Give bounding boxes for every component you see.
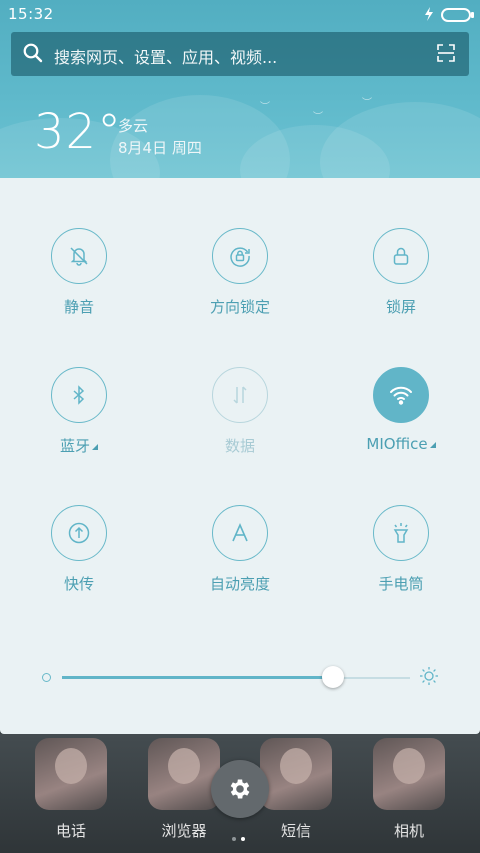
toggle-flashlight[interactable]: 手电筒 [341, 505, 461, 594]
brightness-thumb[interactable] [322, 666, 345, 688]
gear-icon [230, 779, 250, 799]
toggle-mute[interactable]: 静音 [19, 228, 139, 317]
search-placeholder: 搜索网页、设置、应用、视频... [54, 48, 278, 67]
battery-icon [441, 8, 474, 22]
page-indicator [232, 826, 250, 845]
search-icon [23, 43, 43, 67]
bird-decoration: ︶ [362, 98, 372, 109]
dock-app-camera[interactable]: 相机 [364, 738, 454, 841]
toggle-lock-screen-button[interactable] [373, 228, 429, 284]
messages-app-icon [260, 738, 332, 810]
lock-icon [393, 247, 409, 265]
bluetooth-icon [73, 385, 85, 405]
scan-icon[interactable] [437, 44, 455, 66]
bell-off-icon [70, 247, 88, 266]
toggle-label: 锁屏 [385, 298, 416, 316]
settings-button[interactable] [211, 760, 269, 818]
toggle-mobile-data[interactable]: 数据 [180, 367, 300, 456]
temperature[interactable]: 32° [34, 104, 122, 160]
charging-bolt-icon [424, 6, 434, 25]
toggle-bluetooth[interactable]: 蓝牙 [19, 367, 139, 456]
dock-app-label: 电话 [55, 822, 86, 840]
bird-decoration: ︶ [313, 112, 323, 123]
toggle-wifi[interactable]: MIOffice [341, 367, 461, 453]
dock-app-label: 短信 [280, 822, 311, 840]
toggle-label: 静音 [63, 298, 94, 316]
auto-brightness-icon [232, 523, 248, 542]
search-bar[interactable]: 搜索网页、设置、应用、视频... [11, 32, 469, 76]
toggle-rotation-lock[interactable]: 方向锁定 [180, 228, 300, 317]
status-time: 15:32 [8, 5, 54, 23]
toggle-quick-share-button[interactable] [51, 505, 107, 561]
weather-date: 8月4日 周四 [118, 139, 202, 157]
brightness-fill [62, 676, 334, 679]
toggle-quick-share[interactable]: 快传 [19, 505, 139, 594]
submenu-triangle-icon [92, 444, 98, 450]
status-bar: 15:32 [0, 0, 480, 28]
toggle-bluetooth-button[interactable] [51, 367, 107, 423]
flashlight-icon [393, 523, 409, 543]
browser-app-icon [148, 738, 220, 810]
weather-condition: 多云 [118, 117, 149, 135]
toggle-label: 蓝牙 [19, 435, 139, 456]
toggle-label: 数据 [224, 437, 255, 455]
brightness-min-icon [42, 673, 51, 682]
toggle-mobile-data-button[interactable] [212, 367, 268, 423]
brightness-max-icon [419, 666, 439, 690]
toggle-wifi-button[interactable] [373, 367, 429, 423]
toggle-lock-screen[interactable]: 锁屏 [341, 228, 461, 317]
dock-app-label: 浏览器 [161, 822, 207, 840]
dock-app-phone[interactable]: 电话 [26, 738, 116, 841]
dock-app-label: 相机 [393, 822, 424, 840]
toggle-auto-brightness-button[interactable] [212, 505, 268, 561]
bird-decoration: ︶ [260, 102, 270, 113]
toggle-label: 方向锁定 [209, 298, 270, 316]
toggle-mute-button[interactable] [51, 228, 107, 284]
weather-header: 15:32 搜索网页、设置、应用、视频... ︶ ︶ ︶ 32° 多云 8月4日… [0, 0, 480, 178]
toggle-label: 手电筒 [378, 575, 424, 593]
rotation-lock-icon [230, 247, 250, 267]
phone-app-icon [35, 738, 107, 810]
quick-settings-panel: 静音 方向锁定 锁屏 蓝牙 数据 MIOffice 快传 自动亮度 手电筒 [0, 178, 480, 734]
toggle-label: 快传 [63, 575, 94, 593]
mobile-data-icon [233, 386, 247, 404]
toggle-flashlight-button[interactable] [373, 505, 429, 561]
toggle-rotation-lock-button[interactable] [212, 228, 268, 284]
toggle-label: 自动亮度 [209, 575, 270, 593]
toggle-label-text: MIOffice [366, 435, 428, 453]
toggle-label: MIOffice [341, 435, 461, 453]
brightness-slider[interactable] [38, 663, 442, 693]
submenu-triangle-icon [429, 442, 436, 448]
page-dot [232, 837, 236, 841]
wifi-icon [390, 386, 412, 405]
camera-app-icon [373, 738, 445, 810]
page-dot-active [241, 837, 245, 841]
toggle-label-text: 蓝牙 [59, 437, 90, 455]
share-transfer-icon [68, 522, 90, 544]
toggle-auto-brightness[interactable]: 自动亮度 [180, 505, 300, 594]
